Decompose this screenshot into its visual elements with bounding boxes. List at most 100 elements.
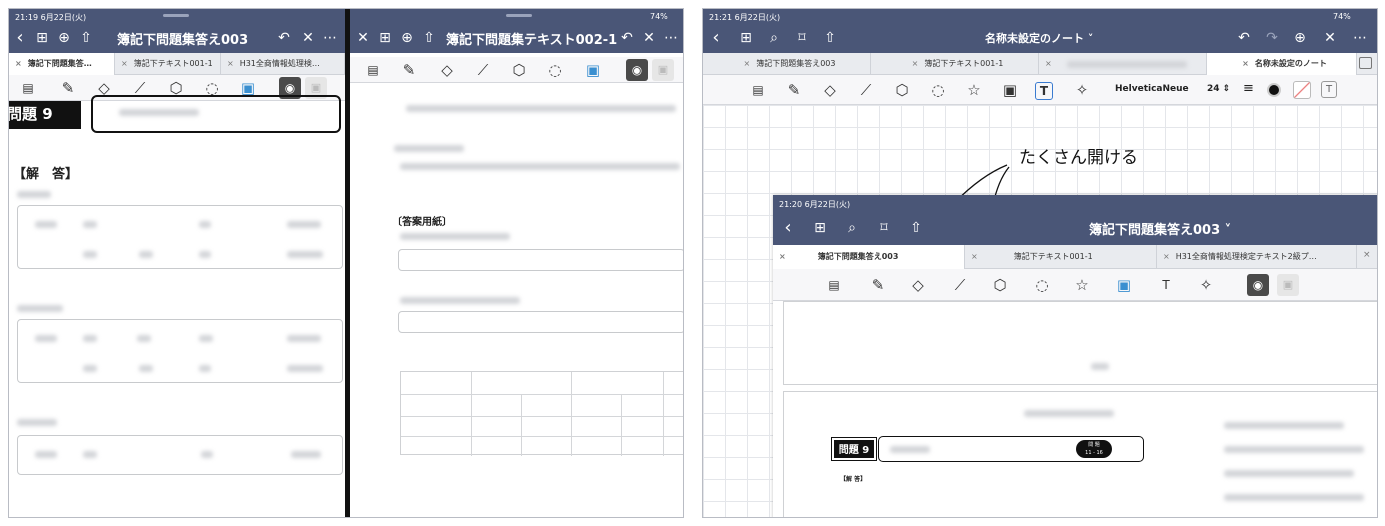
lasso-icon[interactable]: ◌ — [544, 59, 566, 81]
reader-icon[interactable]: ▤ — [823, 274, 845, 296]
eraser-icon[interactable]: ◇ — [819, 79, 841, 101]
fill-picker[interactable] — [1293, 81, 1311, 99]
text-icon[interactable]: T — [1035, 82, 1053, 100]
tab-item-blurred[interactable]: × — [1039, 53, 1207, 75]
laser-icon[interactable]: ✧ — [1195, 274, 1217, 296]
share-icon[interactable]: ⇧ — [821, 29, 839, 47]
inset-screenshot[interactable]: 21:20 6月22日(火) ‹ ⊞ ⌕ ⌑ ⇧ 簿記下問題集答え003 ˅ ×… — [773, 195, 1377, 517]
close-icon[interactable]: ✕ — [1321, 29, 1339, 47]
back-icon[interactable]: ‹ — [779, 219, 797, 237]
tab-item[interactable]: × 簿記下テキスト001-1 — [965, 245, 1157, 269]
more-icon[interactable]: ⋯ — [321, 29, 339, 47]
lasso-icon[interactable]: ◌ — [1031, 274, 1053, 296]
note-title[interactable]: 名称未設定のノート ˅ — [985, 30, 1093, 46]
document-title[interactable]: 簿記下問題集テキスト002-1 — [446, 29, 617, 48]
bookmark-icon[interactable]: ⌑ — [793, 29, 811, 47]
undo-icon[interactable]: ↶ — [1235, 29, 1253, 47]
shapes-icon[interactable]: ⬡ — [891, 79, 913, 101]
highlighter-icon[interactable]: ⟋ — [472, 59, 494, 81]
text-style-icon[interactable]: T — [1321, 81, 1337, 98]
search-icon[interactable]: ⌕ — [765, 29, 783, 47]
shapes-icon[interactable]: ⬡ — [508, 59, 530, 81]
pen-icon[interactable]: ✎ — [398, 59, 420, 81]
eraser-icon[interactable]: ◇ — [907, 274, 929, 296]
redo-icon[interactable]: ↷ — [1263, 29, 1281, 47]
tab-close-icon[interactable]: × — [744, 59, 751, 68]
color-picker[interactable] — [1267, 83, 1281, 97]
font-name[interactable]: HelveticaNeue — [1115, 84, 1189, 94]
close-icon[interactable]: ✕ — [640, 29, 658, 47]
tab-close-icon[interactable]: × — [121, 59, 128, 68]
close-icon[interactable]: ✕ — [354, 29, 372, 47]
pen-icon[interactable]: ✎ — [57, 77, 79, 99]
highlighter-icon[interactable]: ⟋ — [855, 79, 877, 101]
tab-item[interactable]: × 簿記下テキスト001-1 — [115, 53, 221, 75]
more-icon[interactable]: ⋯ — [1351, 29, 1369, 47]
tab-close-icon[interactable]: × — [1045, 59, 1052, 68]
tab-item[interactable]: × 簿記下問題集答… — [9, 53, 115, 75]
tab-close-icon[interactable]: × — [971, 252, 978, 261]
lasso-icon[interactable]: ◌ — [927, 79, 949, 101]
grid-icon[interactable]: ⊞ — [811, 219, 829, 237]
camera-icon[interactable]: ◉ — [626, 59, 648, 81]
laser-icon[interactable]: ✧ — [1071, 79, 1093, 101]
align-icon[interactable]: ≡ — [1243, 81, 1254, 96]
share-icon[interactable]: ⇧ — [420, 29, 438, 47]
tab-close-icon[interactable]: × — [15, 59, 22, 68]
tab-item[interactable]: × 簿記下テキスト001-1 — [871, 53, 1039, 75]
inset-title[interactable]: 簿記下問題集答え003 ˅ — [1089, 219, 1231, 238]
star-icon[interactable]: ☆ — [963, 79, 985, 101]
search-icon[interactable]: ⌕ — [843, 219, 861, 237]
drag-handle[interactable] — [163, 14, 189, 17]
split-view-icon[interactable] — [1359, 57, 1372, 69]
tab-item-active[interactable]: × 名称未設定のノート — [1207, 53, 1357, 75]
tab-close-icon[interactable]: × — [1163, 252, 1170, 261]
tab-close-icon[interactable]: × — [1363, 250, 1371, 260]
answer-sheet-label: 〔答案用紙〕 — [392, 217, 452, 228]
add-page-icon[interactable]: ⊕ — [398, 29, 416, 47]
share-icon[interactable]: ⇧ — [907, 219, 925, 237]
grid-icon[interactable]: ⊞ — [737, 29, 755, 47]
document-title[interactable]: 簿記下問題集答え003 — [117, 29, 248, 48]
reader-icon[interactable]: ▤ — [362, 59, 384, 81]
image-icon[interactable]: ▣ — [1113, 274, 1135, 296]
star-icon[interactable]: ☆ — [1071, 274, 1093, 296]
tab-item[interactable]: × 簿記下問題集答え003 — [703, 53, 871, 75]
tab-close-icon[interactable]: × — [1242, 59, 1249, 68]
image-icon[interactable]: ▣ — [582, 59, 604, 81]
tab-close-icon[interactable]: × — [912, 59, 919, 68]
shapes-icon[interactable]: ⬡ — [989, 274, 1011, 296]
highlighter-icon[interactable]: ⟋ — [949, 274, 971, 296]
undo-icon[interactable]: ↶ — [618, 29, 636, 47]
image-icon[interactable]: ▣ — [999, 79, 1021, 101]
close-icon[interactable]: ✕ — [299, 29, 317, 47]
grid-icon[interactable]: ⊞ — [33, 29, 51, 47]
tab-close-icon[interactable]: × — [779, 252, 786, 261]
add-page-icon[interactable]: ⊕ — [1291, 29, 1309, 47]
reader-icon[interactable]: ▤ — [747, 79, 769, 101]
eraser-icon[interactable]: ◇ — [436, 59, 458, 81]
tab-item[interactable]: × H31全商情報処理検… — [221, 53, 345, 75]
font-size[interactable]: 24 ⇕ — [1207, 84, 1230, 94]
tab-item-active[interactable]: × 簿記下問題集答え003 — [773, 245, 965, 269]
image-disabled-icon: ▣ — [1277, 274, 1299, 296]
tab-item[interactable]: × H31全商情報処理検定テキスト2級プ… — [1157, 245, 1357, 269]
reader-icon[interactable]: ▤ — [17, 77, 39, 99]
undo-icon[interactable]: ↶ — [275, 29, 293, 47]
drag-handle[interactable] — [506, 14, 532, 17]
back-icon[interactable]: ‹ — [11, 29, 29, 47]
left-pane-content: 問題 9 【解 答】 — [9, 95, 345, 517]
camera-icon[interactable]: ◉ — [1247, 274, 1269, 296]
pen-icon[interactable]: ✎ — [867, 274, 889, 296]
problem-label: 問題 9 — [831, 437, 877, 461]
grid-icon[interactable]: ⊞ — [376, 29, 394, 47]
pen-icon[interactable]: ✎ — [783, 79, 805, 101]
bookmark-icon[interactable]: ⌑ — [875, 219, 893, 237]
tab-close-icon[interactable]: × — [227, 59, 234, 68]
back-icon[interactable]: ‹ — [707, 29, 725, 47]
share-icon[interactable]: ⇧ — [77, 29, 95, 47]
callout-text: たくさん開ける — [1019, 148, 1138, 168]
add-page-icon[interactable]: ⊕ — [55, 29, 73, 47]
more-icon[interactable]: ⋯ — [662, 29, 680, 47]
text-icon[interactable]: T — [1155, 274, 1177, 296]
